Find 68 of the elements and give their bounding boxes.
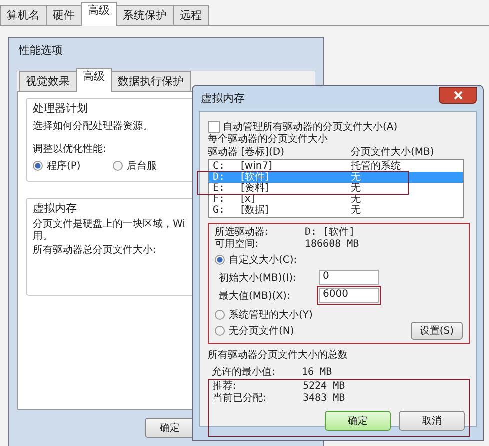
cancel-button[interactable]: 取消 xyxy=(399,411,465,431)
page-file-size: 无 xyxy=(351,183,361,194)
drive-row[interactable]: G: [数据] 无 xyxy=(209,205,463,216)
label-text: 调整以优化性能: xyxy=(33,142,106,157)
tab[interactable]: 系统保护 xyxy=(116,5,174,25)
window-title: 虚拟内存 xyxy=(200,91,246,107)
value-text: 16 MB xyxy=(302,367,332,379)
page-file-size: 无 xyxy=(351,172,361,183)
drive-letter: G: xyxy=(213,205,226,216)
drive-letter: C: xyxy=(213,161,226,172)
checkbox[interactable] xyxy=(208,121,220,133)
volume-label: [数据] xyxy=(241,205,270,216)
description-text: 分页文件是硬盘上的一块区域，Wi xyxy=(33,219,186,231)
column-header: 分页文件大小(MB) xyxy=(351,146,434,159)
radio-label[interactable]: 系统管理的大小(Y) xyxy=(229,308,313,322)
field-label: 初始大小(MB)(I): xyxy=(219,272,298,284)
drive-letter: F: xyxy=(213,194,226,205)
label-text: 所有驱动器总分页文件大小: xyxy=(33,244,156,258)
radio-label[interactable]: 无分页文件(N) xyxy=(229,324,294,338)
drive-letter: E: xyxy=(213,183,226,194)
label-text: 当前已分配: xyxy=(213,393,268,405)
label-text: 所选驱动器: xyxy=(215,227,270,238)
radio-button[interactable] xyxy=(112,161,123,171)
radio-button[interactable] xyxy=(215,255,225,265)
tab[interactable]: 算机名 xyxy=(0,5,47,25)
radio-label[interactable]: 后台服 xyxy=(126,159,157,173)
drive-row[interactable]: C: [win7] 托管的系统 xyxy=(209,161,463,172)
ok-button[interactable]: 确定 xyxy=(145,418,195,438)
radio-button[interactable] xyxy=(215,326,225,336)
label-text: 可用空间: xyxy=(215,239,260,251)
ok-button[interactable]: 确定 xyxy=(325,411,391,431)
page-file-size: 托管的系统 xyxy=(351,161,401,172)
input-field[interactable]: 6000 xyxy=(319,288,379,303)
column-header: 驱动器 [卷标](D) xyxy=(208,146,286,159)
page-file-size: 无 xyxy=(351,205,361,216)
volume-label: [win7] xyxy=(241,161,274,172)
description-text: 用。 xyxy=(33,231,53,243)
input-field[interactable]: 0 xyxy=(319,270,379,285)
close-icon xyxy=(454,91,462,100)
tab[interactable]: 硬件 xyxy=(46,5,82,25)
value-text: D: [软件] xyxy=(305,227,356,239)
value-text: 3483 MB xyxy=(303,393,346,405)
radio-button[interactable] xyxy=(215,310,225,320)
tab[interactable]: 视觉效果 xyxy=(19,71,77,91)
value-text: 186608 MB xyxy=(305,239,360,251)
description-text: 选择如何分配处理器资源。 xyxy=(33,120,153,134)
close-button[interactable] xyxy=(439,87,477,104)
radio-label[interactable]: 自定义大小(C): xyxy=(229,253,298,267)
radio-button[interactable] xyxy=(33,161,43,171)
field-label: 最大值(MB)(X): xyxy=(219,290,292,302)
volume-label: [资料] xyxy=(241,183,270,194)
tab[interactable]: 远程 xyxy=(173,5,209,25)
tab[interactable]: 高级 xyxy=(81,2,117,26)
tab[interactable]: 高级 xyxy=(76,68,112,92)
volume-label: [软件] xyxy=(241,172,270,183)
set-button[interactable]: 设置(S) xyxy=(410,322,463,340)
value-text: 5224 MB xyxy=(303,381,346,393)
window-title: 性能选项 xyxy=(18,43,64,59)
checkbox-label[interactable]: 自动管理所有驱动器的分页文件大小(A) xyxy=(223,120,398,134)
label-text: 允许的最小值: xyxy=(212,367,276,379)
tab[interactable]: 数据执行保护 xyxy=(111,71,191,91)
radio-label[interactable]: 程序(P) xyxy=(47,159,81,173)
label-text: 推荐: xyxy=(213,381,238,392)
group-title: 虚拟内存 xyxy=(33,201,77,216)
group-title: 所有驱动器分页文件大小的总数 xyxy=(208,348,349,362)
section-label: 每个驱动器的分页文件大小 xyxy=(208,134,328,146)
group-title: 处理器计划 xyxy=(33,101,88,116)
drive-letter: D: xyxy=(213,172,226,183)
